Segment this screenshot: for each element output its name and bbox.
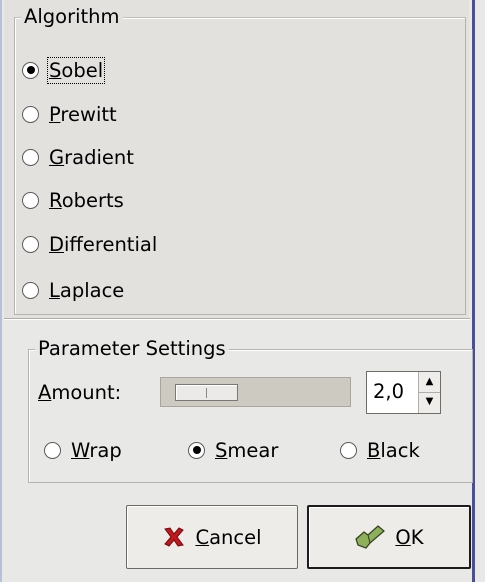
- radio-button[interactable]: [22, 148, 39, 166]
- radio-label: Roberts: [49, 188, 124, 212]
- cancel-label: Cancel: [195, 525, 262, 549]
- radio-label: Wrap: [71, 438, 122, 462]
- radio-wrap[interactable]: Wrap: [44, 435, 122, 465]
- amount-label: Amount:: [38, 381, 122, 404]
- parameter-settings-legend: Parameter Settings: [35, 337, 229, 361]
- pane-divider: [4, 318, 470, 320]
- radio-black[interactable]: Black: [340, 435, 420, 465]
- radio-button[interactable]: [22, 105, 39, 123]
- radio-roberts[interactable]: Roberts: [22, 185, 124, 215]
- amount-spinbox[interactable]: 2,0 ▲ ▼: [366, 371, 441, 414]
- radio-button[interactable]: [22, 281, 39, 299]
- spin-buttons: ▲ ▼: [418, 372, 440, 413]
- radio-label: Black: [367, 438, 420, 462]
- radio-prewitt[interactable]: Prewitt: [22, 99, 117, 129]
- radio-button[interactable]: [188, 441, 205, 459]
- radio-button[interactable]: [22, 235, 39, 253]
- radio-button[interactable]: [22, 61, 39, 79]
- amount-slider-handle[interactable]: [175, 384, 238, 401]
- radio-label: Smear: [215, 438, 279, 462]
- radio-label: Laplace: [49, 278, 125, 302]
- ok-button[interactable]: OK: [307, 505, 471, 569]
- algorithm-legend: Algorithm: [21, 5, 123, 29]
- cancel-x-icon: [162, 525, 186, 549]
- radio-smear[interactable]: Smear: [188, 435, 278, 465]
- radio-label: Prewitt: [49, 102, 117, 126]
- radio-button[interactable]: [340, 441, 357, 459]
- radio-label: Differential: [49, 232, 158, 256]
- radio-differential[interactable]: Differential: [22, 229, 157, 259]
- amount-slider[interactable]: [160, 377, 351, 407]
- spin-down-icon[interactable]: ▼: [419, 392, 440, 412]
- amount-value[interactable]: 2,0: [373, 380, 404, 403]
- cancel-button[interactable]: Cancel: [126, 505, 298, 569]
- radio-label: Gradient: [49, 145, 134, 169]
- radio-label: Sobel: [46, 56, 106, 84]
- ok-label: OK: [395, 525, 424, 549]
- spin-up-icon[interactable]: ▲: [419, 372, 440, 393]
- radio-button[interactable]: [44, 441, 61, 459]
- ok-check-icon: [354, 523, 386, 551]
- radio-sobel[interactable]: Sobel: [22, 55, 106, 85]
- radio-laplace[interactable]: Laplace: [22, 275, 124, 305]
- radio-gradient[interactable]: Gradient: [22, 142, 134, 172]
- radio-button[interactable]: [22, 191, 39, 209]
